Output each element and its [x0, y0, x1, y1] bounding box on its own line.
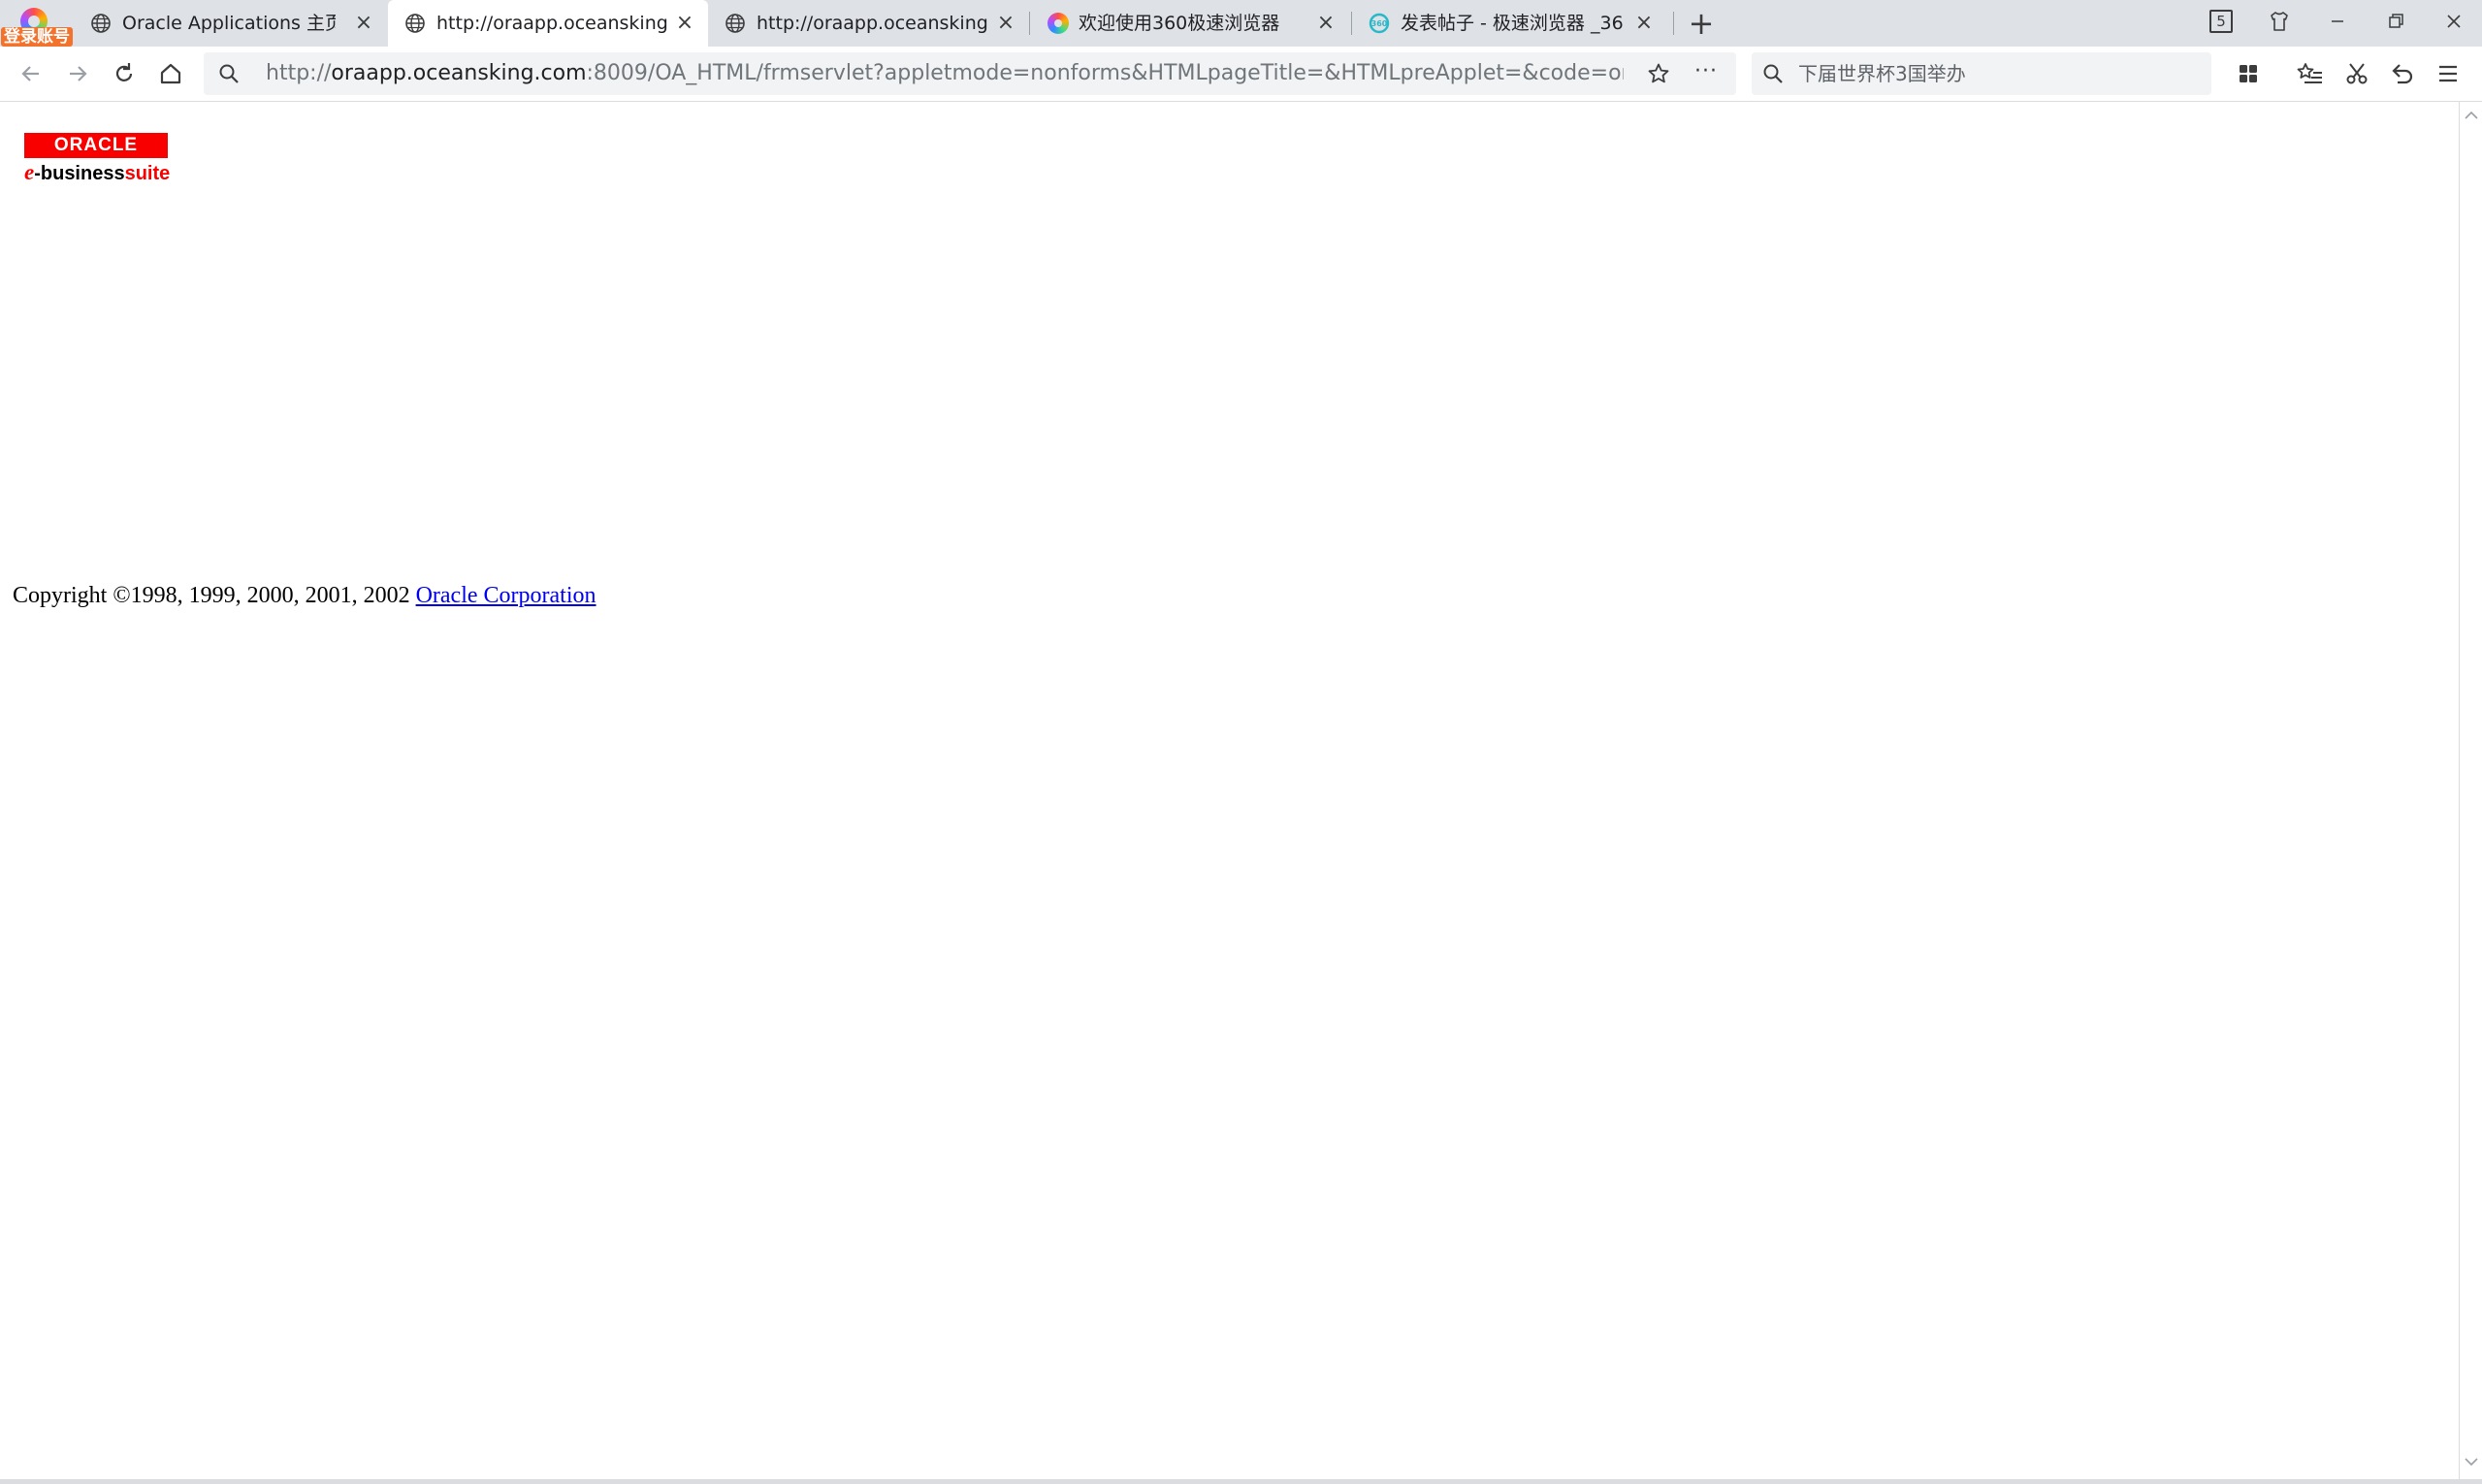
tab-oraapp-active[interactable]: http://oraapp.oceansking.com:8009/OA_HTM… [388, 0, 708, 47]
360-forum-icon: 360 [1369, 13, 1390, 34]
favorites-list-icon[interactable] [2295, 58, 2326, 89]
logo-business: -business [34, 163, 125, 184]
tab-title: 发表帖子 - 极速浏览器 _360论坛 [1401, 13, 1624, 34]
screenshot-scissors-icon[interactable] [2341, 58, 2372, 89]
login-badge[interactable]: 登录账号 [1, 27, 73, 47]
url-text[interactable]: http://oraapp.oceansking.com:8009/OA_HTM… [266, 52, 1624, 95]
360-browser-icon [1048, 13, 1069, 34]
shirt-icon [2271, 12, 2288, 31]
oracle-wordmark: ORACLE [24, 133, 168, 158]
tab-close-icon[interactable]: × [353, 13, 374, 34]
scroll-up-arrow-icon[interactable] [2464, 108, 2479, 123]
tab-title: 欢迎使用360极速浏览器 [1079, 13, 1280, 34]
tab-close-icon[interactable]: × [1633, 13, 1655, 34]
new-tab-button[interactable]: + [1684, 6, 1719, 41]
tab-title: Oracle Applications 主页 [122, 13, 336, 34]
tab-title: http://oraapp.oceansking.com:8009/OA_HTM… [757, 13, 989, 34]
logo-e: e [24, 160, 35, 184]
globe-icon [405, 14, 425, 33]
page-viewport: ORACLE e-businesssuite Copyright ©1998, … [0, 102, 2459, 1479]
tab-close-icon[interactable]: × [674, 13, 695, 34]
reload-icon[interactable] [109, 58, 140, 89]
vertical-scrollbar[interactable] [2459, 102, 2482, 1479]
back-arrow-icon[interactable] [16, 58, 47, 89]
apps-grid-icon[interactable] [2233, 58, 2264, 89]
window-bottom-border [0, 1479, 2482, 1484]
navigation-toolbar: http://oraapp.oceansking.com:8009/OA_HTM… [0, 47, 2482, 102]
minimize-icon [2332, 20, 2343, 22]
tab-separator [1673, 12, 1674, 35]
copyright-notice: Copyright ©1998, 1999, 2000, 2001, 2002 … [13, 583, 596, 609]
home-icon[interactable] [155, 58, 186, 89]
restore-icon [2389, 14, 2403, 28]
minimize-button[interactable] [2318, 4, 2357, 39]
menu-icon[interactable] [2433, 58, 2464, 89]
tab-360-forum[interactable]: 360 发表帖子 - 极速浏览器 _360论坛 × [1352, 0, 1672, 47]
restore-button[interactable] [2376, 4, 2415, 39]
logo-suite: suite [124, 163, 171, 184]
close-window-button[interactable] [2434, 4, 2473, 39]
oracle-ebusiness-suite-logo: ORACLE e-businesssuite [24, 133, 170, 187]
globe-icon [725, 14, 745, 33]
tab-360-welcome[interactable]: 欢迎使用360极速浏览器 × [1030, 0, 1350, 47]
search-icon [219, 64, 239, 83]
profile-button[interactable]: 登录账号 [0, 2, 73, 47]
address-bar[interactable]: http://oraapp.oceansking.com:8009/OA_HTM… [204, 52, 1736, 95]
globe-icon [91, 14, 111, 33]
bookmark-star-icon[interactable] [1647, 62, 1670, 85]
url-prefix: http:// [266, 61, 332, 85]
ebusiness-suite-wordmark: e-businesssuite [24, 160, 170, 185]
forward-arrow-icon[interactable] [62, 58, 93, 89]
url-host: oraapp.oceansking.com [331, 61, 587, 85]
close-icon [2447, 15, 2461, 28]
copyright-text: Copyright ©1998, 1999, 2000, 2001, 2002 [13, 583, 416, 608]
tab-close-icon[interactable]: × [1315, 13, 1337, 34]
svg-text:360: 360 [1371, 19, 1388, 28]
url-path: :8009/OA_HTML/frmservlet?appletmode=nonf… [586, 61, 1624, 85]
tab-strip: 登录账号 Oracle Applications 主页 × http://ora… [0, 0, 2482, 47]
tab-count-badge[interactable]: 5 [2209, 10, 2233, 33]
skin-button[interactable] [2260, 4, 2299, 39]
tab-oraapp-2[interactable]: http://oraapp.oceansking.com:8009/OA_HTM… [708, 0, 1028, 47]
tab-oracle-home[interactable]: Oracle Applications 主页 × [74, 0, 388, 47]
search-icon [1763, 64, 1783, 83]
search-box[interactable] [1752, 52, 2211, 95]
tab-close-icon[interactable]: × [995, 13, 1016, 34]
browser-window: 登录账号 Oracle Applications 主页 × http://ora… [0, 0, 2482, 1484]
tab-title: http://oraapp.oceansking.com:8009/OA_HTM… [436, 13, 669, 34]
scroll-down-arrow-icon[interactable] [2464, 1454, 2479, 1469]
more-options-icon[interactable]: ··· [1692, 60, 1721, 87]
oracle-corporation-link[interactable]: Oracle Corporation [416, 583, 596, 608]
undo-close-tab-icon[interactable] [2386, 58, 2417, 89]
search-input[interactable] [1798, 52, 2196, 95]
